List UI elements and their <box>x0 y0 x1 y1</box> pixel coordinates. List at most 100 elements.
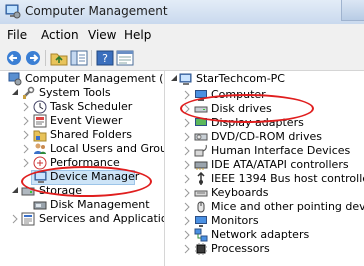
expand-arrow-icon[interactable] <box>183 118 191 128</box>
device-category-mice[interactable]: Mice and other pointing devices <box>166 200 364 214</box>
device-category-label: Mice and other pointing devices <box>211 200 364 213</box>
properties-icon[interactable] <box>116 50 134 66</box>
expand-arrow-icon[interactable] <box>183 244 191 254</box>
event-viewer-icon <box>33 114 47 128</box>
back-arrow-icon[interactable] <box>5 50 23 66</box>
users-icon <box>34 143 46 154</box>
tree-node-label: Disk Management <box>50 198 150 211</box>
expand-arrow-icon[interactable] <box>22 116 30 126</box>
tree-node-event-viewer[interactable]: Event Viewer <box>5 114 164 128</box>
ide-controller-icon <box>194 161 208 170</box>
tree-node-disk-management[interactable]: Disk Management <box>5 198 164 212</box>
help-icon[interactable]: ? <box>96 50 114 66</box>
device-category-label: Processors <box>211 242 270 255</box>
device-category-label: DVD/CD-ROM drives <box>211 130 322 143</box>
tree-node-local-users[interactable]: Local Users and Groups <box>5 142 164 156</box>
device-category-ieee1394[interactable]: IEEE 1394 Bus host controllers <box>166 172 364 186</box>
device-category-label: Monitors <box>211 214 259 227</box>
tree-node-computer-management[interactable]: Computer Management (Local <box>5 72 164 86</box>
device-category-keyboards[interactable]: Keyboards <box>166 186 364 200</box>
shared-folder-icon <box>33 130 47 142</box>
menu-action[interactable]: Action <box>41 28 79 42</box>
expand-arrow-icon[interactable] <box>183 202 191 212</box>
disk-management-icon <box>33 201 47 210</box>
keyboard-icon <box>194 190 208 197</box>
tree-node-label: Event Viewer <box>50 114 123 127</box>
device-tree-root[interactable]: StarTechcom-PC <box>166 72 364 86</box>
storage-icon <box>21 187 35 196</box>
tree-node-task-scheduler[interactable]: Task Scheduler <box>5 100 164 114</box>
forward-arrow-icon[interactable] <box>24 50 42 66</box>
tree-node-services-applications[interactable]: Services and Applications <box>5 212 164 226</box>
expand-arrow-icon[interactable] <box>183 174 191 184</box>
device-category-network-adapters[interactable]: Network adapters <box>166 228 364 242</box>
expand-arrow-icon[interactable] <box>22 130 30 140</box>
hid-icon <box>194 144 207 157</box>
device-tree-label: StarTechcom-PC <box>196 72 285 85</box>
display-adapter-icon <box>195 118 207 126</box>
ieee1394-icon <box>197 172 205 185</box>
device-category-monitors[interactable]: Monitors <box>166 214 364 228</box>
tree-node-system-tools[interactable]: System Tools <box>5 86 164 100</box>
device-category-dvd-drives[interactable]: DVD/CD-ROM drives <box>166 130 364 144</box>
menu-bar: File Action View Help <box>0 24 364 46</box>
up-folder-icon[interactable] <box>50 50 68 66</box>
tree-node-device-manager[interactable]: Device Manager <box>31 170 139 185</box>
services-icon <box>21 212 35 226</box>
computer-icon <box>195 90 207 101</box>
tree-node-shared-folders[interactable]: Shared Folders <box>5 128 164 142</box>
menu-view[interactable]: View <box>88 28 116 42</box>
window-control-button[interactable] <box>341 0 364 21</box>
tree-node-label: Local Users and Groups <box>50 142 164 155</box>
tree-node-label: Computer Management (Local <box>25 72 164 85</box>
device-category-ide-controllers[interactable]: IDE ATA/ATAPI controllers <box>166 158 364 172</box>
tree-node-label: Task Scheduler <box>50 100 133 113</box>
svg-text:?: ? <box>102 52 108 65</box>
menu-help[interactable]: Help <box>124 28 151 42</box>
network-adapter-icon <box>194 228 208 242</box>
device-category-computer[interactable]: Computer <box>166 88 364 102</box>
clock-icon <box>33 100 47 114</box>
disk-drive-icon <box>194 106 208 113</box>
tree-node-label: Shared Folders <box>50 128 132 141</box>
expand-arrow-icon[interactable] <box>22 102 30 112</box>
collapse-arrow-icon[interactable] <box>11 186 19 196</box>
performance-icon <box>33 156 47 170</box>
device-category-label: Disk drives <box>211 102 272 115</box>
device-category-label: Human Interface Devices <box>211 144 351 157</box>
device-category-hid[interactable]: Human Interface Devices <box>166 144 364 158</box>
expand-arrow-icon[interactable] <box>11 214 19 224</box>
expand-arrow-icon[interactable] <box>183 216 191 226</box>
tree-node-performance[interactable]: Performance <box>5 156 164 170</box>
title-bar: Computer Management <box>0 0 364 25</box>
device-category-label: Keyboards <box>211 186 269 199</box>
processor-icon <box>195 243 207 255</box>
expand-arrow-icon[interactable] <box>22 158 30 168</box>
tree-node-storage[interactable]: Storage <box>5 184 164 198</box>
computer-management-icon <box>5 4 21 19</box>
device-category-label: Display adapters <box>211 116 304 129</box>
expand-arrow-icon[interactable] <box>183 104 191 114</box>
device-tree: StarTechcom-PC Computer Disk drives Disp… <box>166 71 364 266</box>
expand-arrow-icon[interactable] <box>183 90 191 100</box>
expand-arrow-icon[interactable] <box>183 230 191 240</box>
toolbar-separator <box>91 50 92 66</box>
collapse-arrow-icon[interactable] <box>170 74 178 84</box>
device-category-display-adapters[interactable]: Display adapters <box>166 116 364 130</box>
monitor-icon <box>195 216 207 227</box>
toolbar: ? <box>0 46 364 71</box>
expand-arrow-icon[interactable] <box>183 132 191 142</box>
expand-arrow-icon[interactable] <box>183 188 191 198</box>
expand-arrow-icon[interactable] <box>183 160 191 170</box>
console-tree: Computer Management (Local System Tools … <box>5 71 165 266</box>
tree-node-label: Device Manager <box>50 170 140 183</box>
device-category-disk-drives[interactable]: Disk drives <box>166 102 364 116</box>
device-category-label: IDE ATA/ATAPI controllers <box>211 158 349 171</box>
expand-arrow-icon[interactable] <box>22 144 30 154</box>
collapse-arrow-icon[interactable] <box>11 88 19 98</box>
show-hide-tree-icon[interactable] <box>70 50 88 66</box>
menu-file[interactable]: File <box>7 28 27 42</box>
expand-arrow-icon[interactable] <box>183 146 191 156</box>
device-category-label: Network adapters <box>211 228 310 241</box>
device-category-processors[interactable]: Processors <box>166 242 364 256</box>
